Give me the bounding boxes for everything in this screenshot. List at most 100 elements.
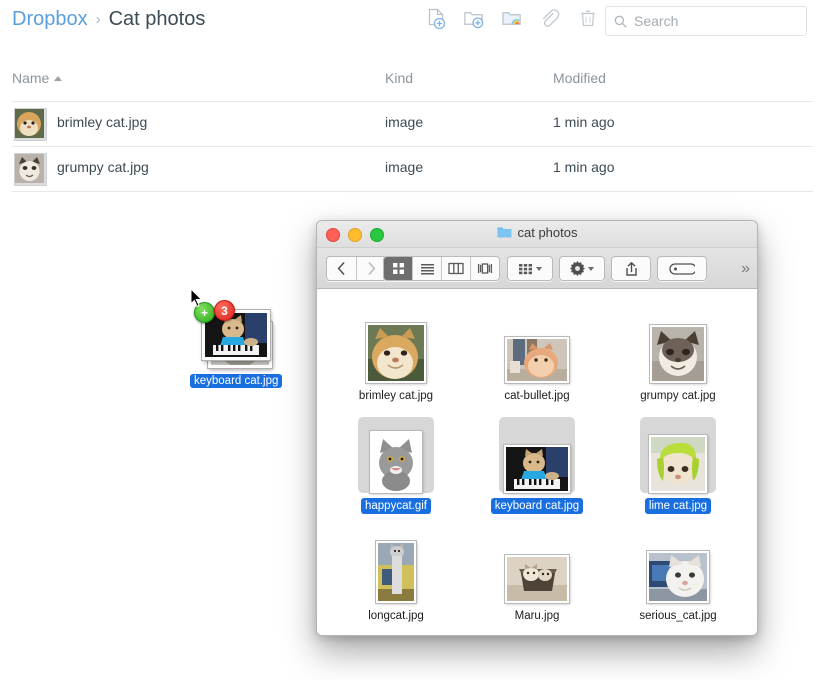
drag-label: keyboard cat.jpg [190,374,282,388]
share-link-button[interactable] [539,6,561,32]
finder-titlebar[interactable]: cat photos [317,221,757,248]
new-shared-folder-button[interactable] [501,6,523,32]
finder-toolbar: » [317,248,757,289]
file-label: Maru.jpg [511,608,564,624]
column-header-modified[interactable]: Modified [553,70,606,86]
serious-cat-photo-icon [649,553,707,601]
icon-view-button[interactable] [384,257,413,280]
file-label-selected: keyboard cat.jpg [491,498,583,514]
action-gear-button[interactable] [559,256,605,281]
table-row[interactable]: grumpy cat.jpg image 1 min ago [0,146,825,191]
file-kind: image [385,114,423,130]
new-folder-button[interactable] [463,6,485,32]
new-file-button[interactable] [425,6,447,32]
serious-cat-image [647,551,709,603]
delete-button[interactable] [577,6,599,32]
forward-button[interactable] [357,257,386,280]
chevron-down-icon [536,267,542,271]
file-icon-longcat[interactable]: longcat.jpg [344,527,448,624]
happycat-photo-icon [372,433,420,491]
coverflow-view-button[interactable] [471,257,499,280]
new-shared-folder-icon [501,8,523,30]
mouse-cursor [190,288,204,313]
search-icon [614,15,627,28]
column-header-name-label: Name [12,70,49,86]
icon-thumbnail-box-selected [499,417,575,493]
back-button[interactable] [327,257,357,280]
icon-thumbnail-box-selected [640,417,716,493]
icon-thumbnail-box-selected [358,417,434,493]
maru-photo-icon [507,557,567,601]
file-icon-happycat[interactable]: happycat.gif [344,417,448,514]
column-header-name[interactable]: Name [12,70,62,86]
chevron-right-icon [367,262,376,275]
page-title: Cat photos [109,8,206,31]
file-icon-keyboard-cat[interactable]: keyboard cat.jpg [485,417,589,514]
maru-image [505,555,569,603]
file-icon-brimley-cat[interactable]: brimley cat.jpg [344,307,448,404]
brimley-cat-photo-icon [368,325,424,381]
file-label: longcat.jpg [364,608,428,624]
column-view-button[interactable] [442,257,471,280]
toolbar-overflow-button[interactable]: » [741,260,748,278]
chevron-down-icon [588,267,594,271]
list-view-button[interactable] [413,257,442,280]
file-modified: 1 min ago [553,114,614,130]
breadcrumb-root-link[interactable]: Dropbox [12,8,88,31]
file-icon-grumpy-cat[interactable]: grumpy cat.jpg [626,307,730,404]
breadcrumb: Dropbox › Cat photos [12,8,205,31]
share-link-icon [539,8,561,30]
drag-ghost[interactable]: + 3 keyboard cat.jpg [190,288,300,388]
longcat-photo-icon [378,543,414,601]
longcat-image [376,541,416,603]
list-view-icon [420,262,435,275]
icon-thumbnail-box [499,527,575,603]
delete-icon [579,8,597,30]
file-label: cat-bullet.jpg [500,388,573,404]
file-label-selected: happycat.gif [361,498,431,514]
icon-thumbnail-box [358,527,434,603]
arrange-button[interactable] [507,256,553,281]
file-label-selected: lime cat.jpg [645,498,711,514]
file-icon-maru[interactable]: Maru.jpg [485,527,589,624]
column-header-kind[interactable]: Kind [385,70,413,86]
lime-cat-photo-icon [651,437,705,491]
cat-bullet-image [505,337,569,383]
file-name: grumpy cat.jpg [57,159,149,175]
new-file-icon [426,8,447,30]
file-name: brimley cat.jpg [57,114,147,130]
lime-cat-image [649,435,707,493]
file-label: serious_cat.jpg [635,608,720,624]
cat-bullet-photo-icon [507,339,567,381]
row-divider [12,191,813,192]
file-label: grumpy cat.jpg [636,388,719,404]
nav-buttons [326,256,387,281]
folder-icon [497,226,512,239]
search-input[interactable]: Search [634,13,678,29]
keyboard-cat-image [504,445,570,493]
file-icon-cat-bullet[interactable]: cat-bullet.jpg [485,307,589,404]
icon-view-icon [392,262,405,275]
column-headers: Name Kind Modified [0,70,825,101]
search-box[interactable]: Search [605,6,807,36]
dropbox-toolbar [425,6,599,32]
finder-window[interactable]: cat photos [316,220,758,636]
file-icon-serious-cat[interactable]: serious_cat.jpg [626,527,730,624]
file-thumbnail [14,153,47,186]
gear-icon [570,261,585,276]
table-row[interactable]: brimley cat.jpg image 1 min ago [0,101,825,146]
icon-thumbnail-box [640,527,716,603]
new-folder-icon [463,8,485,30]
finder-content: brimley cat.jpg [317,289,757,636]
breadcrumb-separator: › [96,11,101,28]
grumpy-cat-thumbnail-icon [15,154,44,183]
view-mode-group [383,256,500,281]
cursor-arrow-icon [190,288,204,308]
arrange-icon [518,263,533,275]
share-button[interactable] [611,256,651,281]
file-kind: image [385,159,423,175]
keyboard-cat-drag-photo-icon [205,313,267,357]
file-icon-lime-cat[interactable]: lime cat.jpg [626,417,730,514]
share-icon [625,262,638,276]
tag-button[interactable] [657,256,707,281]
